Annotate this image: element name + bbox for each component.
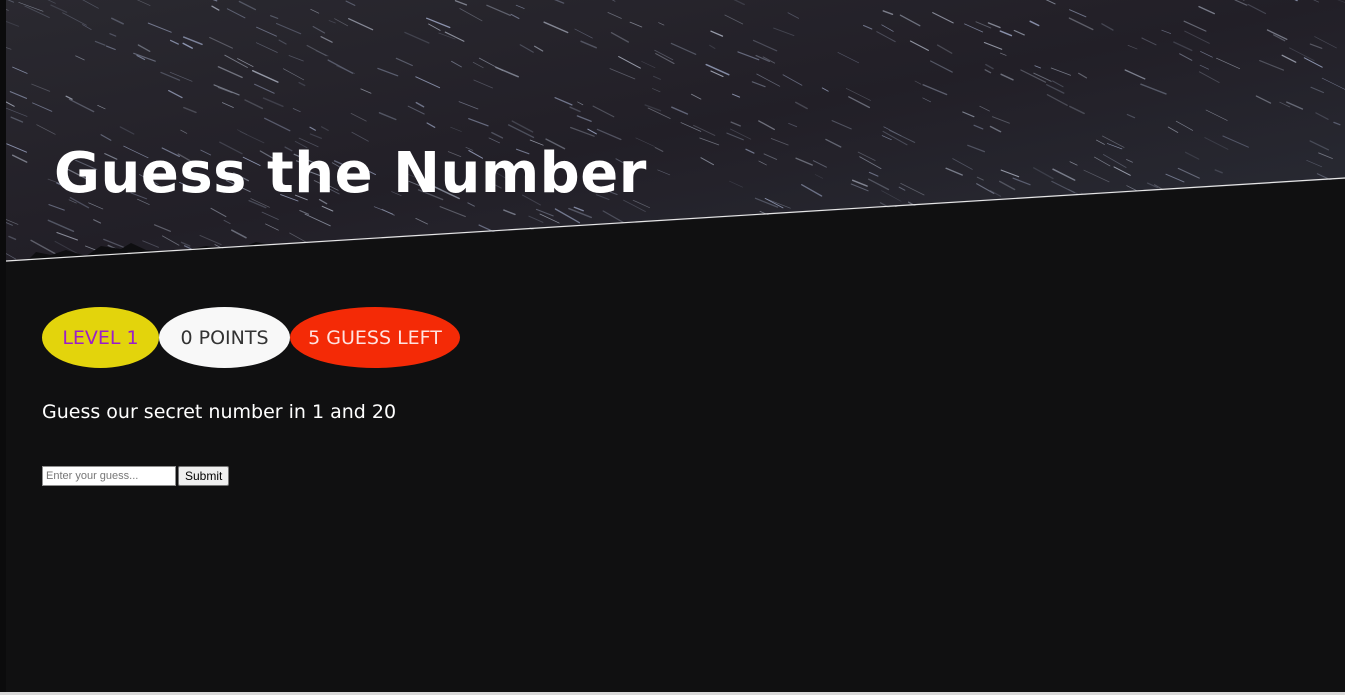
game-page: Guess the Number LEVEL 1 0 POINTS 5 GUES…: [0, 0, 1345, 695]
level-badge: LEVEL 1: [42, 307, 159, 368]
stats-bar: LEVEL 1 0 POINTS 5 GUESS LEFT: [42, 307, 460, 368]
guess-input[interactable]: [42, 466, 176, 486]
star-trails-background: [6, 0, 1345, 262]
submit-button[interactable]: Submit: [178, 466, 230, 486]
game-prompt: Guess our secret number in 1 and 20: [42, 401, 397, 423]
page-title: Guess the Number: [54, 141, 647, 206]
hero-banner: Guess the Number: [6, 0, 1345, 262]
guesses-left-badge: 5 GUESS LEFT: [290, 307, 460, 368]
guess-form: Submit: [42, 466, 230, 486]
points-badge: 0 POINTS: [159, 307, 290, 368]
